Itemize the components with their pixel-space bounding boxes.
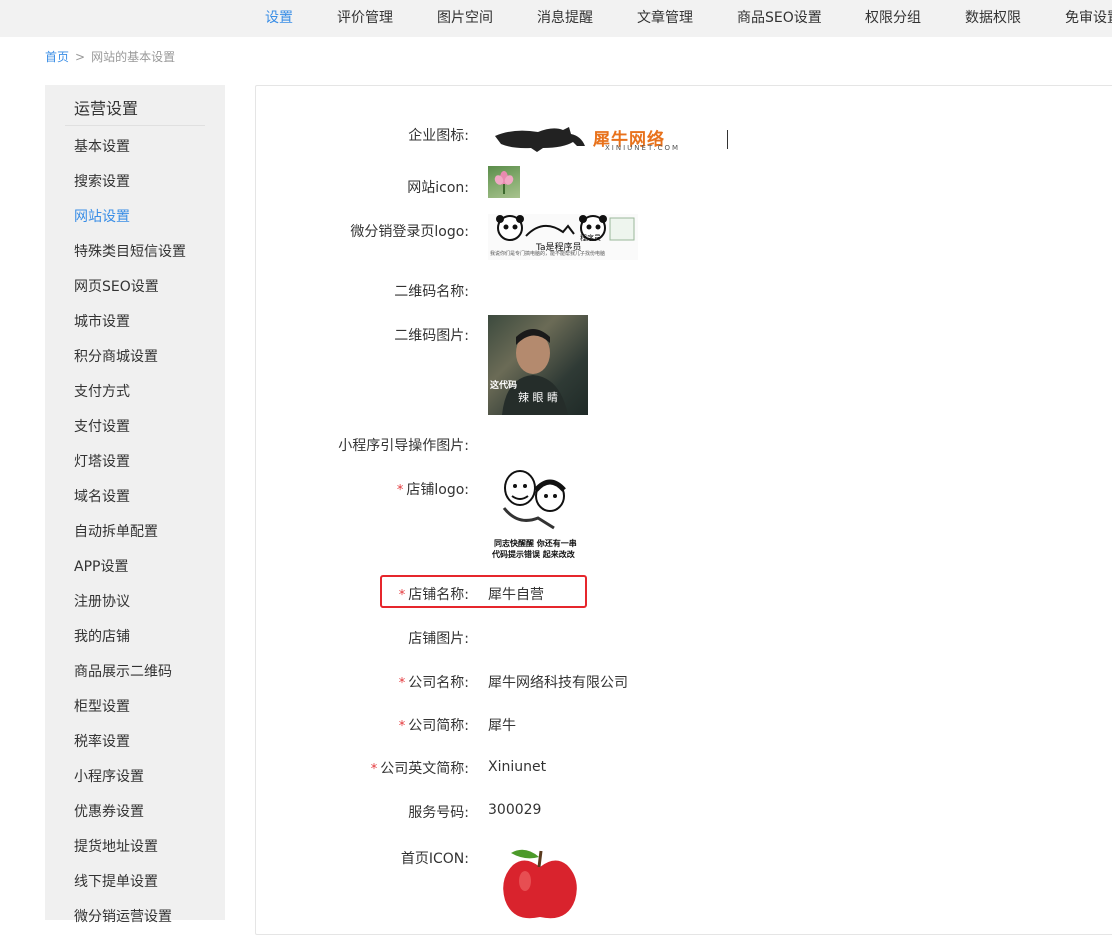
required-mark: * bbox=[398, 676, 406, 691]
breadcrumb-current: 网站的基本设置 bbox=[91, 50, 176, 64]
qr-code-image: 这代码 辣 眼 睛 bbox=[488, 315, 588, 415]
sidebar-item-micro-distribution[interactable]: 微分销运营设置 bbox=[74, 906, 172, 926]
home-icon-image bbox=[495, 845, 585, 920]
miniapp-guide-label: 小程序引导操作图片: bbox=[338, 438, 469, 454]
service-no-label: 服务号码: bbox=[408, 805, 469, 821]
tab-data-permissions[interactable]: 数据权限 bbox=[965, 0, 1021, 37]
sidebar-item-cabinet-type[interactable]: 柜型设置 bbox=[74, 696, 130, 716]
sidebar-item-payment-methods[interactable]: 支付方式 bbox=[74, 381, 130, 401]
site-icon-label: 网站icon: bbox=[407, 180, 469, 196]
qr-image-label: 二维码图片: bbox=[394, 328, 469, 344]
dist-logo-label: 微分销登录页logo: bbox=[350, 224, 469, 240]
top-nav: 设置 评价管理 图片空间 消息提醒 文章管理 商品SEO设置 权限分组 数据权限… bbox=[0, 0, 1112, 37]
company-short-label: * 公司简称: bbox=[0, 715, 469, 735]
store-logo-caption-1: 同志快醒醒 你还有一串 bbox=[494, 539, 577, 548]
service-no-value: 300029 bbox=[488, 802, 542, 818]
sidebar: 运营设置 基本设置 搜索设置 网站设置 特殊类目短信设置 网页SEO设置 城市设… bbox=[45, 85, 225, 925]
required-mark: * bbox=[396, 483, 404, 498]
store-logo-label-text: 店铺logo: bbox=[406, 482, 469, 498]
tab-exemption-settings[interactable]: 免审设置 bbox=[1065, 0, 1112, 37]
company-en-label: * 公司英文简称: bbox=[0, 758, 469, 778]
sidebar-item-payment-settings[interactable]: 支付设置 bbox=[74, 416, 130, 436]
breadcrumb-separator: > bbox=[75, 50, 86, 64]
site-icon-image bbox=[488, 166, 520, 198]
store-logo-caption-2: 代码提示错误 起来改改 bbox=[492, 550, 575, 559]
company-en-value: Xiniunet bbox=[488, 759, 547, 775]
sidebar-item-offline-order[interactable]: 线下提单设置 bbox=[74, 871, 158, 891]
company-logo-label: 企业图标: bbox=[408, 128, 469, 144]
qr-caption-2: 辣 眼 睛 bbox=[518, 391, 558, 404]
company-name-value: 犀牛网络科技有限公司 bbox=[488, 675, 628, 691]
breadcrumb-home-link[interactable]: 首页 bbox=[45, 50, 69, 64]
store-image-label: 店铺图片: bbox=[408, 631, 469, 647]
tab-permission-groups[interactable]: 权限分组 bbox=[865, 0, 921, 37]
lotus-flower-icon bbox=[494, 171, 514, 194]
required-mark: * bbox=[370, 762, 378, 777]
company-en-label-text: 公司英文简称: bbox=[380, 761, 469, 777]
tab-product-seo[interactable]: 商品SEO设置 bbox=[737, 0, 822, 37]
dist-logo-tag: 程序员 bbox=[580, 234, 601, 242]
store-logo-label: * 店铺logo: bbox=[0, 479, 469, 499]
company-short-value: 犀牛 bbox=[488, 718, 516, 734]
sidebar-item-special-category-sms[interactable]: 特殊类目短信设置 bbox=[74, 241, 186, 261]
company-logo-image: 犀牛网络 XINIUNET.COM bbox=[493, 124, 719, 156]
store-name-highlight bbox=[380, 575, 587, 608]
sidebar-title: 运营设置 bbox=[74, 99, 139, 118]
store-logo-image: 同志快醒醒 你还有一串 代码提示错误 起来改改 bbox=[488, 466, 588, 562]
qr-name-label: 二维码名称: bbox=[394, 284, 469, 300]
tab-review-management[interactable]: 评价管理 bbox=[337, 0, 393, 37]
tab-article-management[interactable]: 文章管理 bbox=[637, 0, 693, 37]
dist-logo-image: Ta是程序员 程序员 我说你们是专门搞电脑的，能不能帮我儿子找份电脑 bbox=[488, 214, 638, 260]
required-mark: * bbox=[398, 719, 406, 734]
meme-faces-icon bbox=[502, 470, 566, 530]
company-logo-en-text: XINIUNET.COM bbox=[605, 144, 681, 152]
company-name-label-text: 公司名称: bbox=[408, 675, 469, 691]
sidebar-item-app-settings[interactable]: APP设置 bbox=[74, 556, 128, 576]
qr-caption-1: 这代码 bbox=[490, 381, 518, 391]
breadcrumb: 首页 > 网站的基本设置 bbox=[45, 48, 175, 65]
tab-image-space[interactable]: 图片空间 bbox=[437, 0, 493, 37]
company-short-label-text: 公司简称: bbox=[408, 718, 469, 734]
tab-message-reminder[interactable]: 消息提醒 bbox=[537, 0, 593, 37]
dist-logo-caption: 我说你们是专门搞电脑的，能不能帮我儿子找份电脑 bbox=[490, 251, 606, 257]
company-name-label: * 公司名称: bbox=[0, 672, 469, 692]
tab-settings[interactable]: 设置 bbox=[265, 0, 293, 37]
sidebar-item-auto-split-order[interactable]: 自动拆单配置 bbox=[74, 521, 158, 541]
text-cursor bbox=[727, 130, 728, 149]
red-apple-icon bbox=[503, 849, 577, 919]
home-icon-label: 首页ICON: bbox=[400, 851, 469, 867]
sidebar-item-points-mall[interactable]: 积分商城设置 bbox=[74, 346, 158, 366]
